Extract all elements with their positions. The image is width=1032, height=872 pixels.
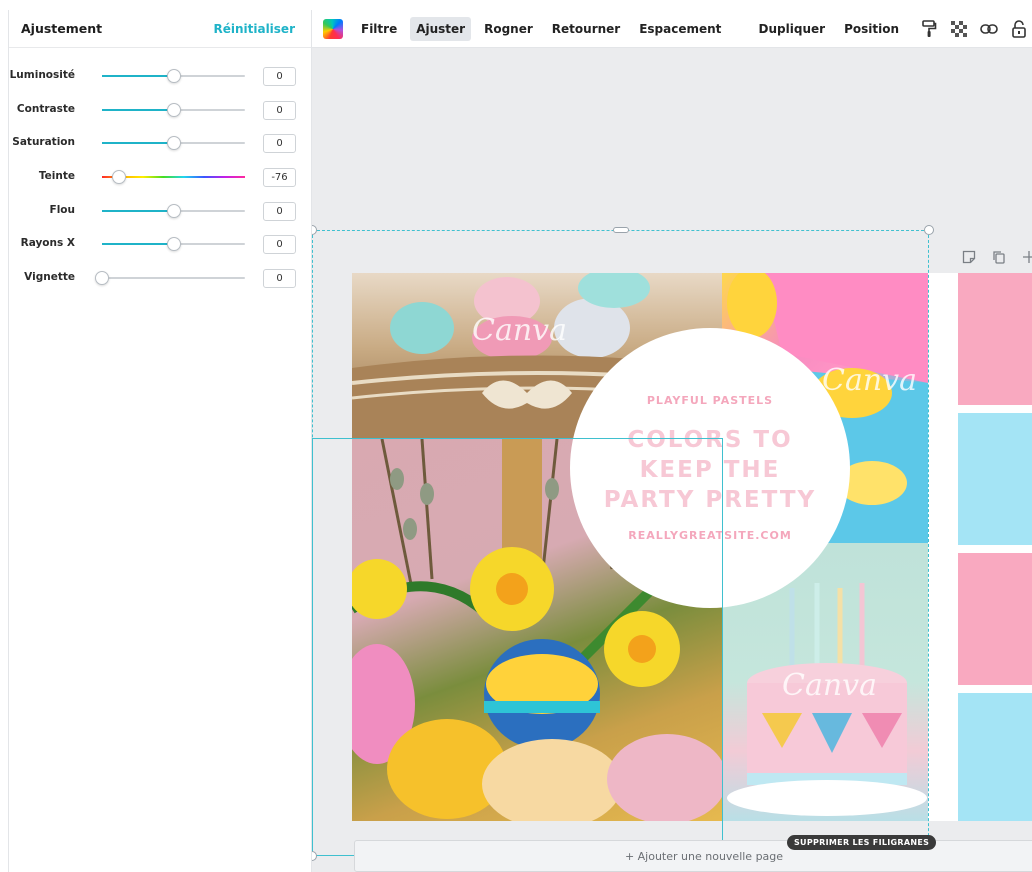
pink-block-1[interactable] <box>958 273 1032 405</box>
adjustment-label: Vignette <box>24 271 75 284</box>
color-blocks <box>958 273 1032 821</box>
transparency-icon[interactable] <box>946 16 972 42</box>
adjustment-slider[interactable] <box>102 170 245 185</box>
adjustment-list: Luminosité 0 Contraste 0 Saturation 0 Teinte -7… <box>9 48 311 294</box>
adjustment-slider[interactable] <box>102 102 245 117</box>
adjustment-row: Flou 0 <box>9 193 311 227</box>
image-toolbar: Filtre Ajuster Rogner Retourner Espaceme… <box>312 10 1032 48</box>
slider-fill <box>102 209 174 212</box>
design-headline[interactable]: COLORS TO KEEP THE PARTY PRETTY <box>595 425 825 515</box>
adjustment-label: Flou <box>49 203 75 216</box>
adjustment-row: Teinte -76 <box>9 159 311 193</box>
panel-header: Ajustement Réinitialiser <box>9 10 311 48</box>
toolbar-flip[interactable]: Retourner <box>546 17 626 41</box>
slider-fill <box>102 75 174 77</box>
adjustment-value-input[interactable]: 0 <box>263 235 296 255</box>
adjustment-value-input[interactable]: 0 <box>263 100 296 120</box>
adjustment-label: Luminosité <box>9 69 75 81</box>
slider-thumb[interactable] <box>166 237 181 252</box>
resize-handle[interactable] <box>613 227 629 233</box>
add-page-icon[interactable] <box>1020 248 1032 266</box>
resize-handle[interactable] <box>312 225 317 235</box>
toolbar-spacing[interactable]: Espacement <box>633 17 727 41</box>
note-icon[interactable] <box>960 248 978 266</box>
pink-block-2[interactable] <box>958 553 1032 685</box>
watermark-text: Canva <box>782 668 877 703</box>
adjustment-label: Contraste <box>16 102 75 115</box>
adjustment-label: Rayons X <box>20 237 75 250</box>
slider-fill <box>102 243 174 246</box>
adjustment-value-input[interactable]: 0 <box>263 134 296 154</box>
reset-button[interactable]: Réinitialiser <box>213 22 295 36</box>
slider-thumb[interactable] <box>95 271 109 286</box>
slider-thumb[interactable] <box>166 69 181 83</box>
lock-icon[interactable] <box>1006 16 1032 42</box>
canvas-workspace: Canva Canva Canva PLAYFUL PASTELS COLORS… <box>312 48 1032 872</box>
adjust-panel: Ajustement Réinitialiser Luminosité 0 Cont… <box>8 10 312 872</box>
paint-roller-icon[interactable] <box>916 16 942 42</box>
slider-fill <box>102 108 174 111</box>
slider-thumb[interactable] <box>166 136 181 151</box>
adjustment-label: Saturation <box>12 136 75 149</box>
slider-thumb[interactable] <box>166 102 181 117</box>
remove-watermark-button[interactable]: SUPPRIMER LES FILIGRANES <box>787 835 937 850</box>
watermark-text: Canva <box>472 313 567 348</box>
adjustment-value-input[interactable]: -76 <box>263 168 296 188</box>
design-subtitle[interactable]: PLAYFUL PASTELS <box>647 394 773 407</box>
toolbar-crop[interactable]: Rogner <box>478 17 539 41</box>
design-url[interactable]: REALLYGREATSITE.COM <box>620 529 800 543</box>
adjustment-slider[interactable] <box>102 203 245 218</box>
toolbar-filter[interactable]: Filtre <box>355 17 403 41</box>
slider-thumb[interactable] <box>166 203 181 218</box>
adjustment-slider[interactable] <box>102 69 245 83</box>
adjustment-slider[interactable] <box>102 237 245 252</box>
toolbar-position[interactable]: Position <box>838 17 905 41</box>
adjustment-value-input[interactable]: 0 <box>263 201 296 221</box>
toolbar-duplicate[interactable]: Dupliquer <box>753 17 832 41</box>
adjustment-row: Vignette 0 <box>9 260 311 294</box>
duplicate-page-icon[interactable] <box>990 248 1008 266</box>
blue-block-1[interactable] <box>958 413 1032 545</box>
slider-fill <box>102 142 174 145</box>
adjustment-slider[interactable] <box>102 136 245 151</box>
resize-handle[interactable] <box>312 851 317 861</box>
adjustment-row: Rayons X 0 <box>9 226 311 260</box>
color-picker-button[interactable] <box>323 18 343 39</box>
page-tools <box>960 248 1032 266</box>
resize-handle[interactable] <box>924 225 934 235</box>
adjustment-label: Teinte <box>38 170 75 183</box>
slider-thumb[interactable] <box>112 170 127 185</box>
adjustment-row: Luminosité 0 <box>9 58 311 92</box>
adjustment-row: Saturation 0 <box>9 125 311 159</box>
toolbar-adjust[interactable]: Ajuster <box>410 16 472 41</box>
adjustment-row: Contraste 0 <box>9 92 311 126</box>
adjustment-value-input[interactable]: 0 <box>263 67 296 86</box>
title-circle[interactable]: PLAYFUL PASTELS COLORS TO KEEP THE PARTY… <box>570 328 850 608</box>
panel-title: Ajustement <box>21 21 103 36</box>
link-icon[interactable] <box>976 16 1002 42</box>
design-page[interactable]: Canva Canva Canva PLAYFUL PASTELS COLORS… <box>352 273 1032 821</box>
blue-block-2[interactable] <box>958 693 1032 821</box>
watermark-text: Canva <box>822 363 917 398</box>
adjustment-slider[interactable] <box>95 271 245 286</box>
adjustment-value-input[interactable]: 0 <box>263 269 296 289</box>
